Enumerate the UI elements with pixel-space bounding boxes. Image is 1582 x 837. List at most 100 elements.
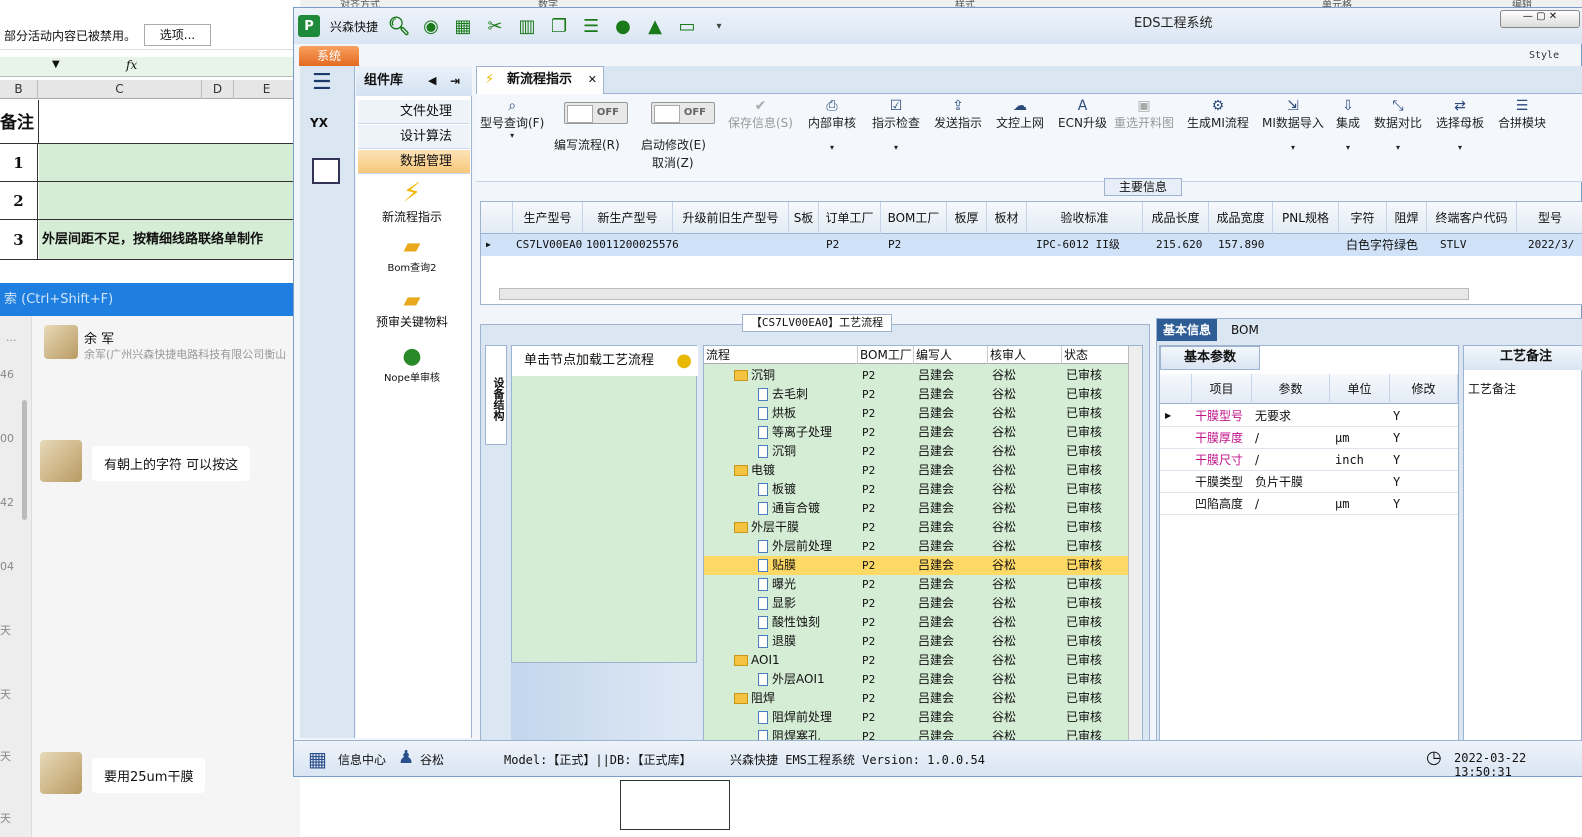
column-header[interactable]: 核审人 bbox=[988, 346, 1062, 364]
tree-node[interactable]: 酸性蚀刻 bbox=[758, 613, 820, 632]
cell[interactable]: inch bbox=[1332, 449, 1364, 471]
cell[interactable]: STLV bbox=[1437, 234, 1467, 256]
tree-node[interactable]: 通盲合镀 bbox=[758, 499, 820, 518]
column-header[interactable]: 单位 bbox=[1330, 374, 1390, 404]
cell[interactable]: 干膜型号 bbox=[1192, 405, 1243, 427]
prereview-item[interactable]: ▰ 预审关键物料 bbox=[356, 288, 468, 330]
cell[interactable]: 外层间距不足，按精细线路联络单制作 bbox=[39, 220, 300, 259]
message-bubble[interactable]: 要用25um干膜 bbox=[92, 758, 206, 793]
lib-item-algorithm[interactable]: 设计算法 bbox=[358, 125, 470, 149]
cell[interactable]: Y bbox=[1390, 471, 1400, 493]
basic-params-title[interactable]: 基本参数 bbox=[1160, 346, 1260, 370]
monitor-icon[interactable]: ▭ bbox=[676, 15, 698, 37]
cell[interactable]: μm bbox=[1332, 427, 1349, 449]
column-header[interactable]: E bbox=[234, 80, 300, 99]
column-header[interactable]: C bbox=[38, 80, 202, 99]
column-header[interactable]: 参数 bbox=[1252, 374, 1330, 404]
cell[interactable]: Y bbox=[1390, 405, 1400, 427]
table-row[interactable]: 干膜类型 负片干膜 Y bbox=[1160, 471, 1458, 493]
column-header[interactable]: 生产型号 bbox=[513, 202, 583, 234]
column-header[interactable]: 订单工厂 bbox=[819, 202, 881, 234]
tree-row[interactable]: 外层AOI1 P2 吕建会 谷松 已审核 bbox=[704, 670, 1134, 689]
mi-import-button[interactable]: ⇲ MI数据导入 ▾ bbox=[1262, 98, 1324, 152]
dropdown-icon[interactable]: ▼ bbox=[52, 59, 60, 70]
tree-node[interactable]: AOI1 bbox=[734, 651, 780, 670]
column-header[interactable]: S板 bbox=[789, 202, 819, 234]
tree-row[interactable]: 外层干膜 P2 吕建会 谷松 已审核 bbox=[704, 518, 1134, 537]
check-button[interactable]: ☑ 指示检查 ▾ bbox=[872, 98, 920, 152]
cell[interactable]: Y bbox=[1390, 449, 1400, 471]
column-header[interactable]: BOM工厂 bbox=[881, 202, 947, 234]
tree-row[interactable]: 去毛刺 P2 吕建会 谷松 已审核 bbox=[704, 385, 1134, 404]
lib-item-data[interactable]: 数据管理 bbox=[358, 150, 470, 174]
tree-row[interactable]: 阻焊前处理 P2 吕建会 谷松 已审核 bbox=[704, 708, 1134, 727]
tree-row[interactable]: 显影 P2 吕建会 谷松 已审核 bbox=[704, 594, 1134, 613]
tree-node[interactable]: 外层干膜 bbox=[734, 518, 799, 537]
upload-button[interactable]: ☁ 文控上网 bbox=[996, 98, 1044, 131]
fx-icon[interactable]: fx bbox=[126, 58, 137, 72]
tree-node[interactable]: 阻焊塞孔 bbox=[758, 727, 820, 740]
cell[interactable] bbox=[39, 182, 300, 219]
tree-row[interactable]: 曝光 P2 吕建会 谷松 已审核 bbox=[704, 575, 1134, 594]
column-header[interactable]: 新生产型号 bbox=[583, 202, 673, 234]
cell[interactable]: 凹陷高度 bbox=[1192, 493, 1243, 515]
column-header[interactable]: 成品宽度 bbox=[1209, 202, 1273, 234]
column-header[interactable]: 项目 bbox=[1192, 374, 1252, 404]
menu-icon[interactable]: ☰ bbox=[312, 70, 332, 95]
column-header[interactable]: 编写人 bbox=[914, 346, 988, 364]
tree-row[interactable]: 沉铜 P2 吕建会 谷松 已审核 bbox=[704, 366, 1134, 385]
tree-node[interactable]: 贴膜 bbox=[758, 556, 796, 575]
start-edit-toggle[interactable]: OFF bbox=[651, 102, 715, 124]
tree-node[interactable]: 板镀 bbox=[758, 480, 796, 499]
chat-search-input[interactable]: 索 (Ctrl+Shift+F) bbox=[0, 283, 300, 316]
column-header[interactable]: 型号 bbox=[1517, 202, 1582, 234]
tree-node[interactable]: 等离子处理 bbox=[758, 423, 832, 442]
comment-icon[interactable]: ● bbox=[676, 346, 692, 376]
write-flow-toggle[interactable]: OFF bbox=[564, 102, 628, 124]
column-header[interactable]: D bbox=[202, 80, 234, 99]
tree-node[interactable]: 阻焊前处理 bbox=[758, 708, 832, 727]
chat-scrollbar[interactable] bbox=[22, 400, 27, 520]
cell[interactable]: 10011200025576 bbox=[583, 234, 679, 256]
tree-row[interactable]: AOI1 P2 吕建会 谷松 已审核 bbox=[704, 651, 1134, 670]
info-center[interactable]: 信息中心 bbox=[338, 751, 386, 768]
send-button[interactable]: ⇪ 发送指示 bbox=[934, 98, 982, 131]
column-header[interactable]: 阻焊 bbox=[1387, 202, 1427, 234]
cell[interactable]: 无要求 bbox=[1252, 405, 1291, 427]
table-row[interactable]: 干膜尺寸 / inch Y bbox=[1160, 449, 1458, 471]
cell[interactable]: IPC-6012 II级 bbox=[1033, 234, 1120, 256]
tree-row[interactable]: 退膜 P2 吕建会 谷松 已审核 bbox=[704, 632, 1134, 651]
side-tab-equipment[interactable]: 设备结构 bbox=[485, 345, 507, 445]
column-header[interactable]: 字符 bbox=[1339, 202, 1387, 234]
close-icon[interactable]: ✕ bbox=[588, 67, 597, 93]
cell[interactable]: 2022/3/ bbox=[1525, 234, 1574, 256]
search-icon[interactable]: 🔍︎ bbox=[388, 15, 411, 37]
cell[interactable]: μm bbox=[1332, 493, 1349, 515]
collapse-icon[interactable]: ◀ bbox=[428, 66, 436, 96]
vertical-scrollbar[interactable] bbox=[1128, 346, 1142, 740]
formula-bar[interactable]: ▼ fx bbox=[0, 57, 300, 77]
column-header[interactable]: 修改 bbox=[1390, 374, 1458, 404]
tab-bom[interactable]: BOM bbox=[1225, 319, 1265, 341]
horizontal-scrollbar[interactable] bbox=[499, 288, 1469, 300]
cell[interactable]: / bbox=[1252, 493, 1259, 515]
options-button[interactable]: 选项... bbox=[144, 24, 211, 46]
tree-node[interactable]: 曝光 bbox=[758, 575, 796, 594]
column-header[interactable]: 板材 bbox=[987, 202, 1027, 234]
compare-button[interactable]: ⤡ 数据对比 ▾ bbox=[1374, 98, 1422, 152]
integrate-button[interactable]: ⇩ 集成 ▾ bbox=[1336, 98, 1360, 152]
cell[interactable] bbox=[1332, 471, 1335, 493]
tree-row[interactable]: 通盲合镀 P2 吕建会 谷松 已审核 bbox=[704, 499, 1134, 518]
user-icon[interactable]: ● bbox=[612, 15, 634, 37]
column-header[interactable]: 流程 bbox=[704, 346, 858, 364]
tree-row[interactable]: 烘板 P2 吕建会 谷松 已审核 bbox=[704, 404, 1134, 423]
cell[interactable] bbox=[1332, 405, 1335, 427]
cell[interactable]: 绿色 bbox=[1391, 234, 1418, 256]
bom-query-item[interactable]: ▰ Bom查询2 bbox=[356, 234, 468, 274]
avatar[interactable] bbox=[40, 752, 82, 794]
cell[interactable]: 白色字符 bbox=[1343, 234, 1394, 256]
cell[interactable]: 负片干膜 bbox=[1252, 471, 1303, 493]
tree-node[interactable]: 显影 bbox=[758, 594, 796, 613]
gen-mi-button[interactable]: ⚙ 生成MI流程 bbox=[1187, 98, 1249, 131]
style-label[interactable]: Style bbox=[1529, 50, 1559, 61]
